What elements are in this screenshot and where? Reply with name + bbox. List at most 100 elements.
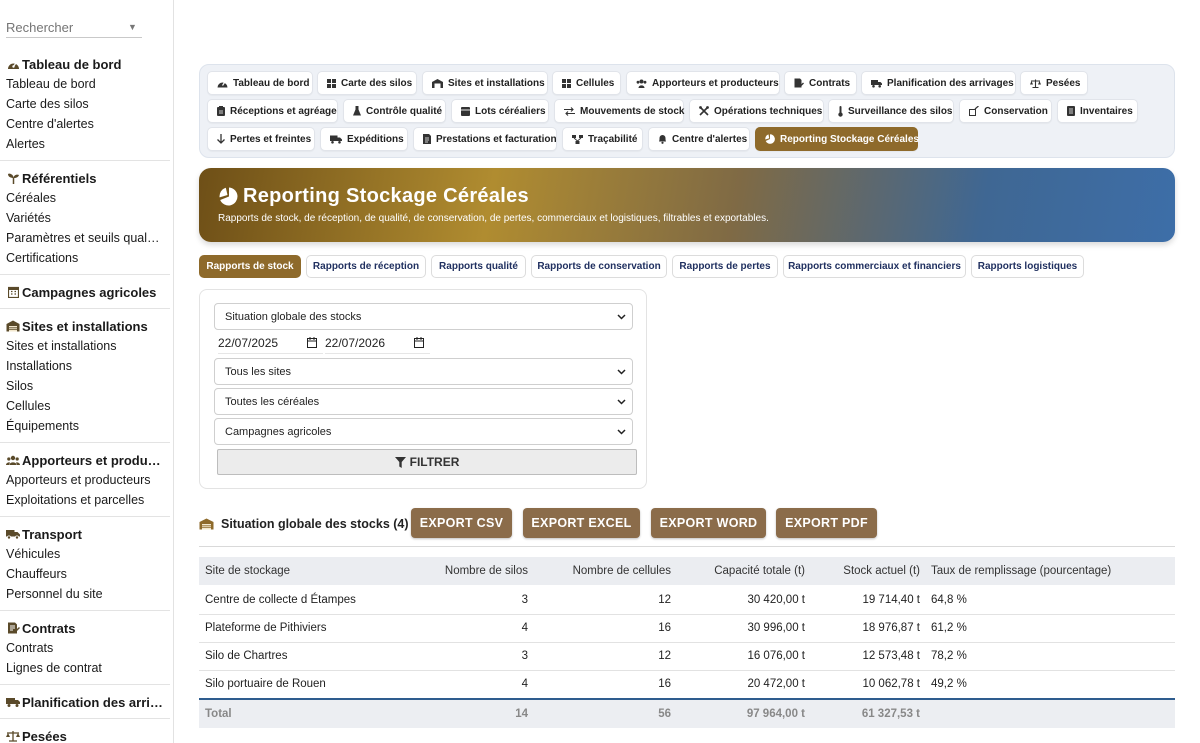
export-excel-button[interactable]: EXPORT EXCEL bbox=[523, 508, 640, 538]
dropdown-caret-icon[interactable]: ▼ bbox=[128, 22, 137, 32]
cell-site: Silo portuaire de Rouen bbox=[205, 678, 326, 690]
scale-icon bbox=[1030, 79, 1041, 88]
sidebar-item[interactable]: Centre d'alertes bbox=[0, 114, 173, 134]
sidebar-item[interactable]: Chauffeurs bbox=[0, 564, 173, 584]
sidebar-item[interactable]: Céréales bbox=[0, 188, 173, 208]
gauge-icon bbox=[217, 79, 228, 88]
cereal-select[interactable]: Toutes les céréales bbox=[214, 388, 633, 415]
nav-mouvements-de-stock[interactable]: Mouvements de stock bbox=[554, 99, 684, 123]
sidebar-section-planification: Planification des arri… bbox=[0, 692, 173, 712]
col-header-cellules[interactable]: Nombre de cellules bbox=[573, 557, 671, 585]
calendar-icon[interactable] bbox=[307, 337, 317, 351]
contract-icon bbox=[794, 78, 804, 88]
sidebar-divider bbox=[0, 516, 170, 517]
sidebar-item[interactable]: Installations bbox=[0, 356, 173, 376]
nav-tracabilite[interactable]: Traçabilité bbox=[562, 127, 643, 151]
nav-pesees[interactable]: Pesées bbox=[1020, 71, 1088, 95]
nav-sites-et-installations[interactable]: Sites et installations bbox=[422, 71, 548, 95]
sidebar-item[interactable]: Certifications bbox=[0, 248, 173, 268]
export-word-button[interactable]: EXPORT WORD bbox=[651, 508, 766, 538]
nav-cellules[interactable]: Cellules bbox=[552, 71, 621, 95]
sidebar-section-header[interactable]: Transport bbox=[0, 524, 173, 544]
sidebar-section-header[interactable]: Contrats bbox=[0, 618, 173, 638]
tab-rapports-de-pertes[interactable]: Rapports de pertes bbox=[672, 255, 778, 278]
sidebar-section-header[interactable]: Sites et installations bbox=[0, 316, 173, 336]
tab-rapports-logistiques[interactable]: Rapports logistiques bbox=[971, 255, 1084, 278]
col-header-site[interactable]: Site de stockage bbox=[205, 557, 290, 585]
nav-reporting-stockage[interactable]: Reporting Stockage Céréales bbox=[755, 127, 919, 151]
site-select[interactable]: Tous les sites bbox=[214, 358, 633, 385]
col-header-taux[interactable]: Taux de remplissage (pourcentage) bbox=[931, 557, 1111, 585]
nav-pertes-et-freintes[interactable]: Pertes et freintes bbox=[207, 127, 315, 151]
nav-operations-techniques[interactable]: Opérations techniques bbox=[689, 99, 824, 123]
box-icon bbox=[461, 106, 470, 116]
sidebar-item[interactable]: Personnel du site bbox=[0, 584, 173, 604]
export-pdf-button[interactable]: EXPORT PDF bbox=[776, 508, 877, 538]
sidebar-section-campagnes: Campagnes agricoles bbox=[0, 282, 173, 302]
cell-stock: 12 573,48 t bbox=[862, 650, 920, 662]
col-header-silos[interactable]: Nombre de silos bbox=[445, 557, 528, 585]
calendar-icon[interactable] bbox=[414, 337, 424, 351]
sidebar-item[interactable]: Tableau de bord bbox=[0, 74, 173, 94]
nav-controle-qualite[interactable]: Contrôle qualité bbox=[343, 99, 446, 123]
filter-button[interactable]: FILTRER bbox=[217, 449, 637, 475]
nav-surveillance[interactable]: Surveillance des silos bbox=[828, 99, 954, 123]
nav-contrats[interactable]: Contrats bbox=[784, 71, 857, 95]
sidebar-item[interactable]: Silos bbox=[0, 376, 173, 396]
sidebar-item[interactable]: Exploitations et parcelles bbox=[0, 490, 173, 510]
sidebar-item[interactable]: Sites et installations bbox=[0, 336, 173, 356]
sidebar-section-header[interactable]: Pesées bbox=[0, 726, 173, 743]
grid-icon bbox=[327, 78, 336, 88]
cell-taux: 64,8 % bbox=[931, 594, 967, 606]
sidebar-item[interactable]: Variétés bbox=[0, 208, 173, 228]
warehouse-icon bbox=[432, 78, 443, 88]
sidebar-item[interactable]: Lignes de contrat bbox=[0, 658, 173, 678]
sidebar-section-transport: Transport Véhicules Chauffeurs Personnel… bbox=[0, 524, 173, 604]
sidebar-item[interactable]: Véhicules bbox=[0, 544, 173, 564]
tab-rapports-de-conservation[interactable]: Rapports de conservation bbox=[531, 255, 667, 278]
search-input[interactable] bbox=[6, 19, 124, 35]
col-header-stock[interactable]: Stock actuel (t) bbox=[843, 557, 920, 585]
date-from-input[interactable]: 22/07/2025 bbox=[218, 332, 323, 354]
truck-icon bbox=[330, 135, 342, 144]
export-csv-button[interactable]: EXPORT CSV bbox=[411, 508, 512, 538]
nav-planification[interactable]: Planification des arrivages bbox=[861, 71, 1016, 95]
nav-carte-des-silos[interactable]: Carte des silos bbox=[317, 71, 417, 95]
sidebar-item[interactable]: Contrats bbox=[0, 638, 173, 658]
cell-silos: 3 bbox=[521, 650, 528, 662]
page-banner: Reporting Stockage Céréales Rapports de … bbox=[199, 168, 1175, 242]
cell-site: Centre de collecte d Étampes bbox=[205, 594, 356, 606]
tab-rapports-de-reception[interactable]: Rapports de réception bbox=[306, 255, 426, 278]
sidebar-section-header[interactable]: Apporteurs et produ… bbox=[0, 450, 173, 470]
nav-centre-d-alertes[interactable]: Centre d'alertes bbox=[648, 127, 750, 151]
col-header-capacite[interactable]: Capacité totale (t) bbox=[714, 557, 805, 585]
date-to-input[interactable]: 22/07/2026 bbox=[325, 332, 430, 354]
tab-rapports-commerciaux[interactable]: Rapports commerciaux et financiers bbox=[783, 255, 966, 278]
sidebar-item[interactable]: Apporteurs et producteurs bbox=[0, 470, 173, 490]
sidebar-item[interactable]: Paramètres et seuils qual… bbox=[0, 228, 173, 248]
nav-tableau-de-bord[interactable]: Tableau de bord bbox=[207, 71, 313, 95]
bell-icon bbox=[658, 134, 667, 144]
search-field[interactable]: ▼ bbox=[6, 17, 142, 38]
sidebar-section-header[interactable]: Planification des arri… bbox=[0, 692, 173, 712]
tab-rapports-qualite[interactable]: Rapports qualité bbox=[431, 255, 526, 278]
sidebar-divider bbox=[0, 718, 170, 719]
sidebar-section-header[interactable]: Campagnes agricoles bbox=[0, 282, 173, 302]
nav-prestations[interactable]: Prestations et facturation bbox=[413, 127, 557, 151]
nav-lots-cerealiers[interactable]: Lots céréaliers bbox=[451, 99, 549, 123]
sidebar-item[interactable]: Alertes bbox=[0, 134, 173, 154]
nav-expeditions[interactable]: Expéditions bbox=[320, 127, 408, 151]
nav-inventaires[interactable]: Inventaires bbox=[1057, 99, 1138, 123]
nav-receptions[interactable]: Réceptions et agréage bbox=[207, 99, 338, 123]
sidebar-item[interactable]: Carte des silos bbox=[0, 94, 173, 114]
nav-apporteurs[interactable]: Apporteurs et producteurs bbox=[626, 71, 780, 95]
tab-rapports-de-stock[interactable]: Rapports de stock bbox=[199, 255, 301, 278]
nav-conservation[interactable]: Conservation bbox=[959, 99, 1052, 123]
campaign-select[interactable]: Campagnes agricoles bbox=[214, 418, 633, 445]
sidebar-section-header[interactable]: Tableau de bord bbox=[0, 54, 173, 74]
thermometer-icon bbox=[838, 105, 843, 117]
sidebar-item[interactable]: Cellules bbox=[0, 396, 173, 416]
report-type-select[interactable]: Situation globale des stocks bbox=[214, 303, 633, 330]
sidebar-item[interactable]: Équipements bbox=[0, 416, 173, 436]
sidebar-section-header[interactable]: Référentiels bbox=[0, 168, 173, 188]
